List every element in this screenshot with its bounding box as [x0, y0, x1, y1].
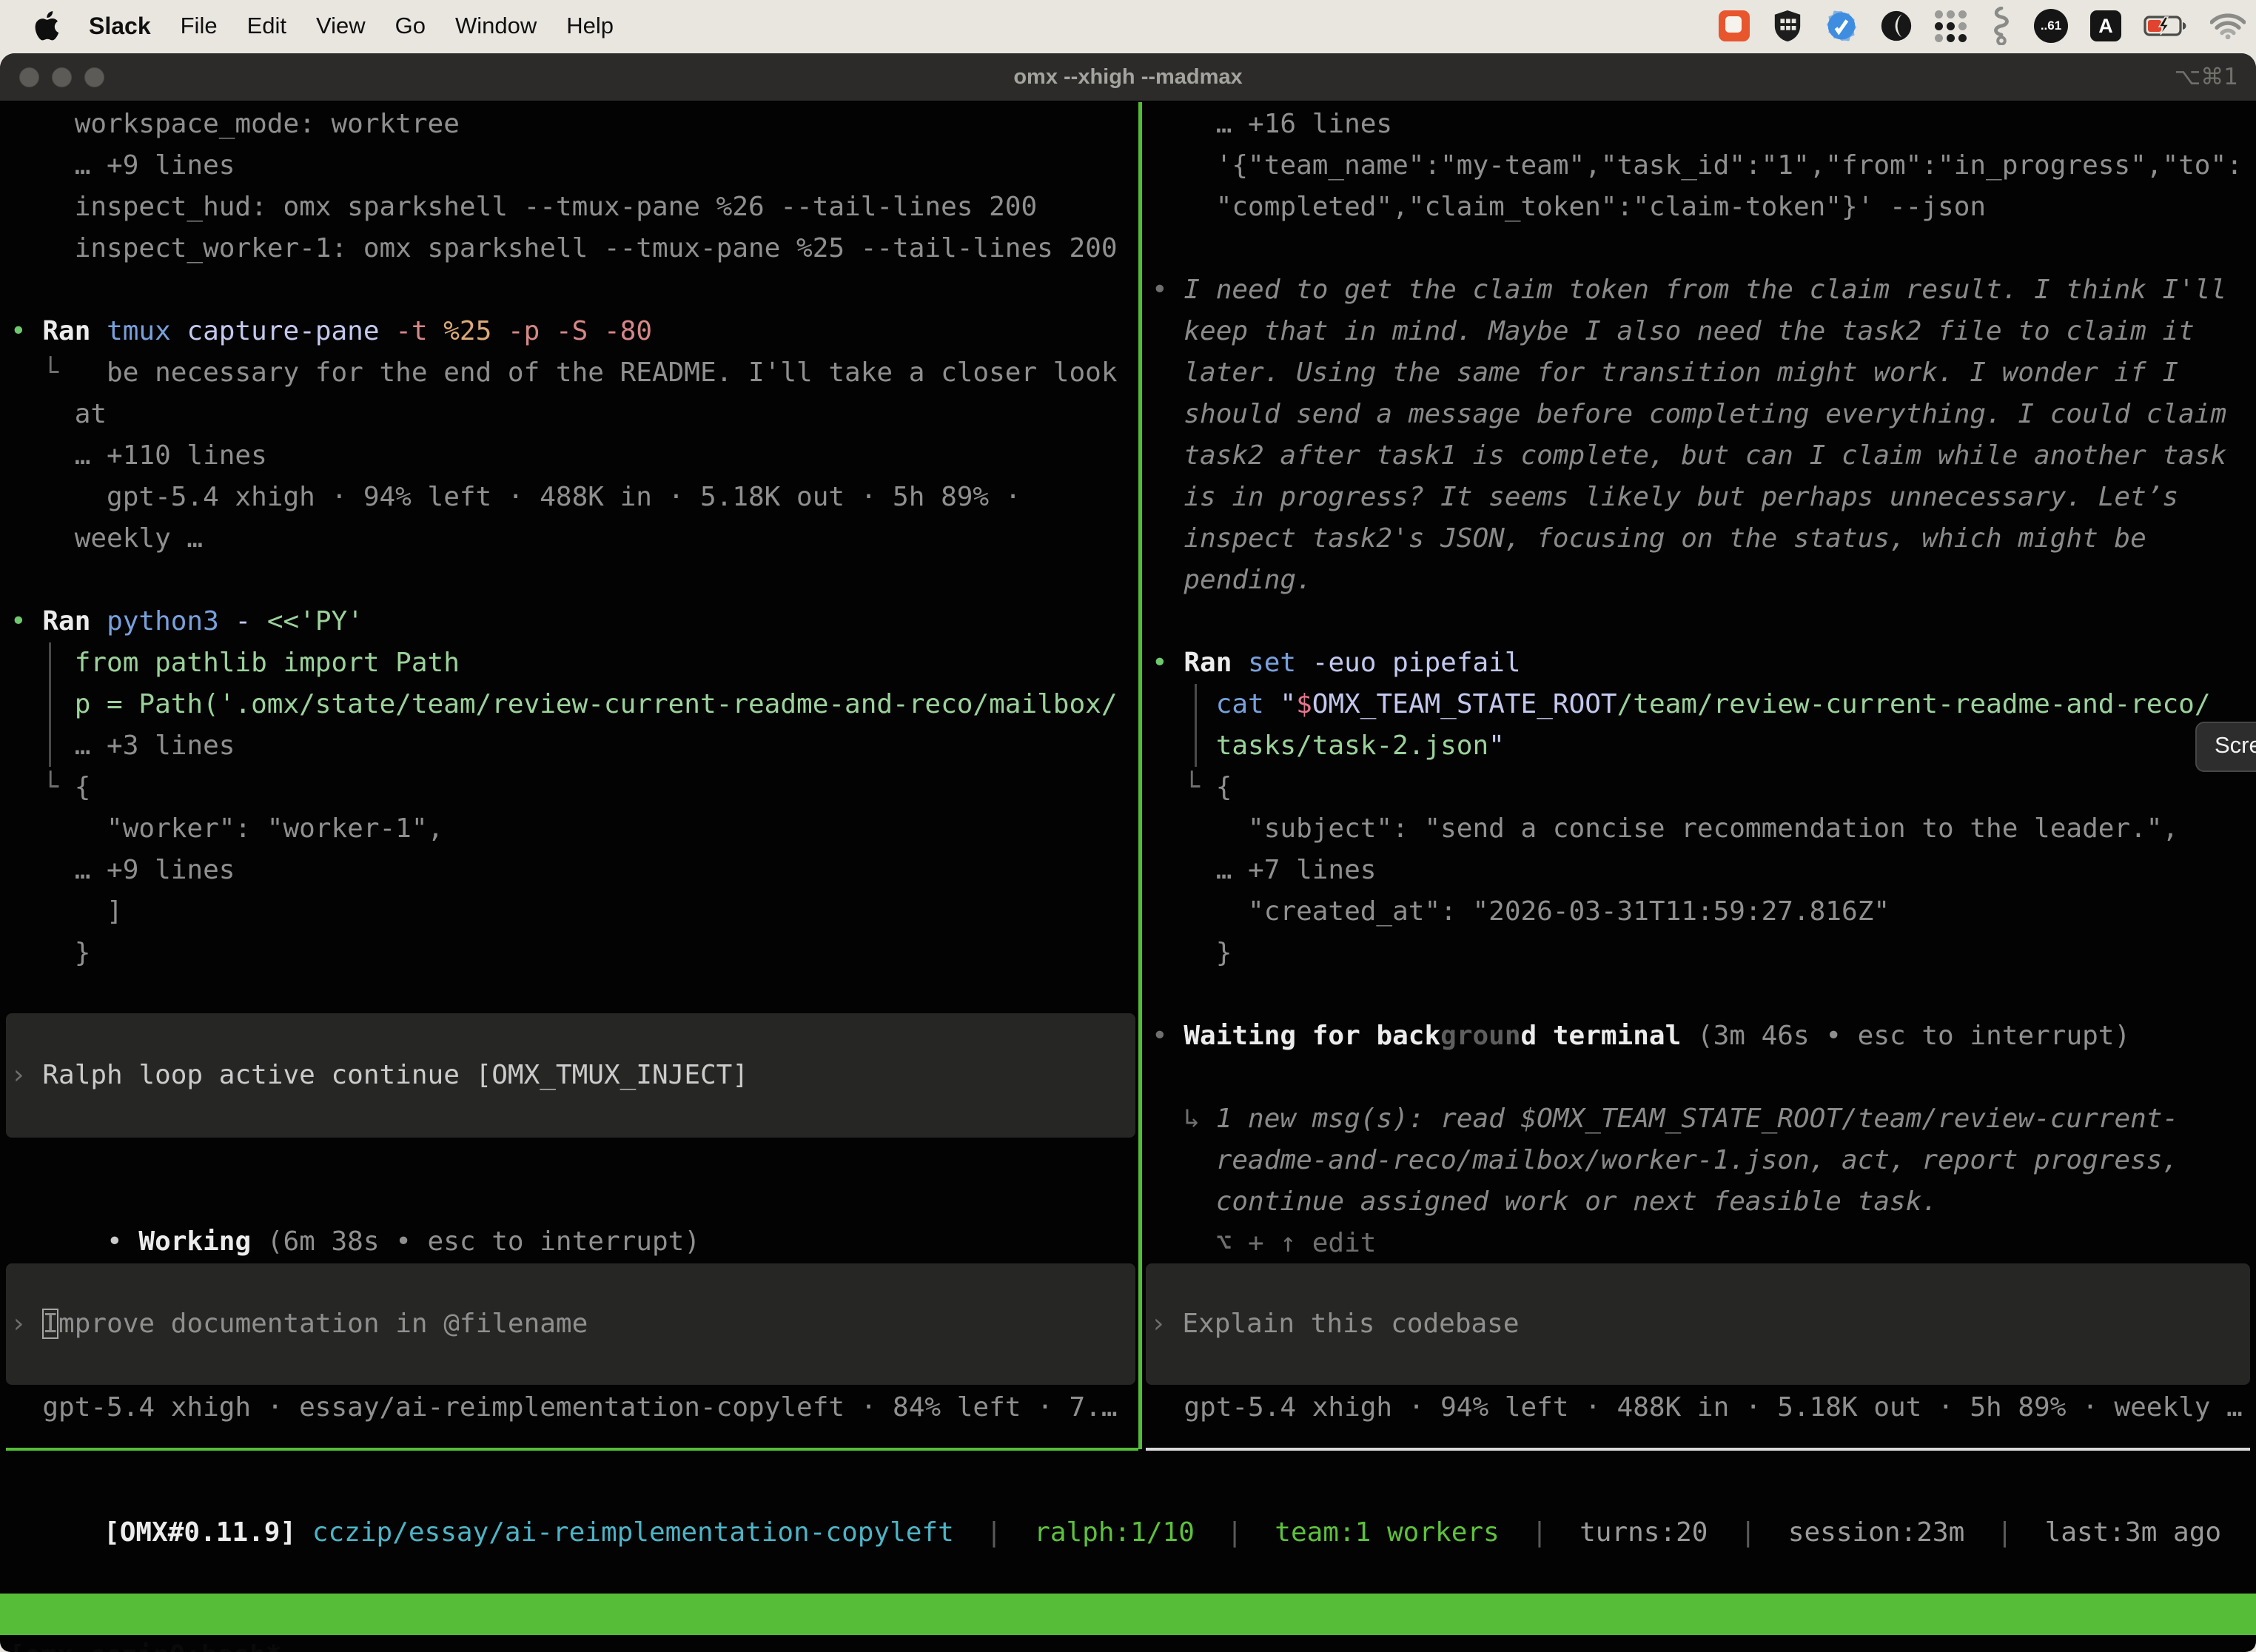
terminal-line: later. Using the same for transition mig…	[1152, 352, 2256, 394]
screenshot-tooltip: Scre	[2195, 722, 2256, 772]
terminal-line: }	[1152, 933, 2256, 974]
input-source-icon[interactable]: A	[2090, 10, 2121, 41]
terminal-line: from pathlib import Path	[10, 642, 1138, 684]
window-title: omx --xhigh --madmax	[0, 53, 2256, 101]
battery-charging-icon[interactable]	[2143, 15, 2188, 37]
terminal-line: • I need to get the claim token from the…	[1152, 269, 2256, 311]
terminal-line: inspect task2's JSON, focusing on the st…	[1152, 518, 2256, 560]
terminal-line	[10, 560, 1138, 601]
terminal-line: └ be necessary for the end of the README…	[10, 352, 1138, 394]
terminal-line: at	[10, 394, 1138, 435]
terminal-line: pending.	[1152, 560, 2256, 601]
prompt-chevron: ›	[10, 1309, 42, 1339]
model-status-right: gpt-5.4 xhigh · 94% left · 488K in · 5.1…	[1152, 1387, 2256, 1428]
terminal-line: … +9 lines	[10, 145, 1138, 187]
prompt-input-left[interactable]: › Improve documentation in @filename	[6, 1263, 1135, 1385]
ralph-loop-banner: › Ralph loop active continue [OMX_TMUX_I…	[6, 1013, 1135, 1138]
terminal-line: '{"team_name":"my-team","task_id":"1","f…	[1152, 145, 2256, 187]
pie-crescent-icon[interactable]	[1880, 10, 1913, 42]
terminal-line: • Ran python3 - <<'PY'	[10, 601, 1138, 642]
indent-guide	[49, 642, 51, 767]
tmux-session-name: [omx-cczip0:bash*	[9, 1635, 281, 1652]
terminal-line	[10, 269, 1138, 311]
terminal-line: … +16 lines	[1152, 104, 2256, 145]
working-status: • Working (6m 38s • esc to interrupt)	[10, 1180, 700, 1221]
terminal-line: should send a message before completing …	[1152, 394, 2256, 435]
menu-app-name[interactable]: Slack	[89, 13, 151, 40]
model-status-left: gpt-5.4 xhigh · essay/ai-reimplementatio…	[10, 1387, 1118, 1428]
terminal-line	[1152, 974, 2256, 1015]
left-pane[interactable]: workspace_mode: worktree … +9 lines insp…	[10, 104, 1138, 974]
menu-item-view[interactable]: View	[316, 13, 366, 39]
terminal-window: omx --xhigh --madmax ⌥⌘1 workspace_mode:…	[0, 53, 2256, 1652]
terminal-line: continue assigned work or next feasible …	[1152, 1181, 2256, 1223]
text-cursor: I	[42, 1309, 58, 1339]
terminal-line: is in progress? It seems likely but perh…	[1152, 477, 2256, 518]
terminal-line	[1152, 1057, 2256, 1098]
terminal-line: ]	[10, 891, 1138, 933]
terminal-line: gpt-5.4 xhigh · 94% left · 488K in · 5.1…	[10, 477, 1138, 518]
terminal-line: inspect_worker-1: omx sparkshell --tmux-…	[10, 228, 1138, 269]
menu-item-go[interactable]: Go	[395, 13, 426, 39]
terminal-line: keep that in mind. Maybe I also need the…	[1152, 311, 2256, 352]
screen: Slack File Edit View Go Window Help ..61 A	[0, 0, 2256, 1652]
terminal-line: … +110 lines	[10, 435, 1138, 477]
active-pane-border	[6, 1448, 1138, 1451]
terminal-line: "completed","claim_token":"claim-token"}…	[1152, 187, 2256, 228]
terminal-line	[1152, 601, 2256, 642]
terminal-line: cat "$OMX_TEAM_STATE_ROOT/team/review-cu…	[1152, 684, 2256, 725]
dots-grid-icon[interactable]	[1935, 10, 1967, 42]
terminal-line: • Ran set -euo pipefail	[1152, 642, 2256, 684]
prompt-input-right[interactable]: › Explain this codebase	[1146, 1263, 2250, 1385]
terminal-line: … +9 lines	[10, 850, 1138, 891]
chat-app-icon[interactable]	[1719, 10, 1750, 41]
apple-icon[interactable]	[34, 11, 59, 41]
terminal-line: … +7 lines	[1152, 850, 2256, 891]
verification-badge-icon[interactable]	[1825, 10, 1858, 42]
terminal-line: • Waiting for background terminal (3m 46…	[1152, 1015, 2256, 1057]
terminal-line: task2 after task1 is complete, but can I…	[1152, 435, 2256, 477]
terminal-line: }	[10, 933, 1138, 974]
menu-item-window[interactable]: Window	[455, 13, 537, 39]
terminal-line: "worker": "worker-1",	[10, 808, 1138, 850]
window-shortcut: ⌥⌘1	[2175, 53, 2238, 101]
terminal-line	[1152, 228, 2256, 269]
terminal-line: weekly …	[10, 518, 1138, 560]
prompt-chevron: ›	[1150, 1309, 1182, 1339]
title-bar: omx --xhigh --madmax ⌥⌘1	[0, 53, 2256, 101]
menu-item-help[interactable]: Help	[566, 13, 614, 39]
menu-item-edit[interactable]: Edit	[247, 13, 286, 39]
indent-guide	[1195, 684, 1197, 767]
terminal-line: workspace_mode: worktree	[10, 104, 1138, 145]
placeholder-text: Explain this codebase	[1182, 1309, 1519, 1339]
inactive-pane-border	[1146, 1448, 2250, 1451]
menu-item-file[interactable]: File	[181, 13, 218, 39]
terminal-line: • Ran tmux capture-pane -t %25 -p -S -80	[10, 311, 1138, 352]
tmux-status-bar: [omx-cczip0:bash* "MacBook-Pro-44.local"…	[0, 1594, 2256, 1635]
terminal-line: readme-and-reco/mailbox/worker-1.json, a…	[1152, 1140, 2256, 1181]
placeholder-text: mprove documentation in @filename	[58, 1309, 588, 1339]
right-pane[interactable]: … +16 lines '{"team_name":"my-team","tas…	[1152, 104, 2256, 1264]
terminal-line: inspect_hud: omx sparkshell --tmux-pane …	[10, 187, 1138, 228]
terminal-line: ⌥ + ↑ edit	[1152, 1223, 2256, 1264]
omx-session-status: [OMX#0.11.9] cczip/essay/ai-reimplementa…	[7, 1471, 2221, 1512]
terminal-line: "created_at": "2026-03-31T11:59:27.816Z"	[1152, 891, 2256, 933]
battery-percent-badge-icon[interactable]: ..61	[2034, 9, 2068, 43]
terminal-line: tasks/task-2.json"	[1152, 725, 2256, 767]
menu-status-icons: ..61 A	[1719, 0, 2246, 52]
terminal-line: "subject": "send a concise recommendatio…	[1152, 808, 2256, 850]
terminal-line: └ {	[10, 767, 1138, 808]
terminal-line: ↳ 1 new msg(s): read $OMX_TEAM_STATE_ROO…	[1152, 1098, 2256, 1140]
wifi-icon[interactable]	[2210, 13, 2246, 39]
terminal-line: p = Path('.omx/state/team/review-current…	[10, 684, 1138, 725]
shield-grid-icon[interactable]	[1772, 9, 1803, 43]
terminal-line: └ {	[1152, 767, 2256, 808]
terminal-line: … +3 lines	[10, 725, 1138, 767]
pane-divider[interactable]	[1138, 102, 1142, 1449]
squiggle-icon[interactable]	[1990, 7, 2012, 45]
menu-bar: Slack File Edit View Go Window Help ..61 A	[0, 0, 2256, 52]
